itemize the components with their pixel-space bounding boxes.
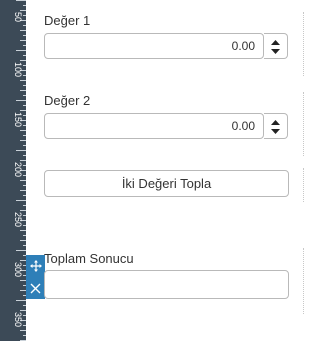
ruler-mark-250: 250: [13, 212, 23, 228]
ruler-mark-50: 50: [13, 12, 23, 23]
value2-label: Değer 2: [44, 93, 91, 108]
value2-spinner[interactable]: [264, 113, 288, 139]
guide-line: [303, 12, 305, 76]
guide-line: [303, 92, 305, 156]
vertical-ruler: 50 100 150 200 250 300 350: [0, 0, 26, 341]
spinner-arrows-icon: [271, 40, 280, 54]
ruler-mark-300: 300: [13, 262, 23, 278]
value1-spinner[interactable]: [264, 33, 288, 59]
ruler-mark-150: 150: [13, 112, 23, 128]
value1-label: Değer 1: [44, 13, 91, 28]
value1-input[interactable]: [44, 33, 264, 59]
ruler-mark-200: 200: [13, 162, 23, 178]
move-icon[interactable]: [26, 256, 45, 276]
ruler-mark-350: 350: [13, 312, 23, 328]
result-input[interactable]: [44, 270, 289, 299]
guide-line: [303, 168, 305, 202]
result-label: Toplam Sonucu: [44, 251, 134, 266]
spinner-arrows-icon: [271, 120, 280, 134]
sum-button[interactable]: İki Değeri Topla: [44, 170, 289, 197]
guide-line: [303, 248, 305, 314]
element-handle[interactable]: [26, 255, 45, 299]
ruler-mark-100: 100: [13, 62, 23, 78]
close-icon[interactable]: [26, 278, 45, 298]
value2-input[interactable]: [44, 113, 264, 139]
